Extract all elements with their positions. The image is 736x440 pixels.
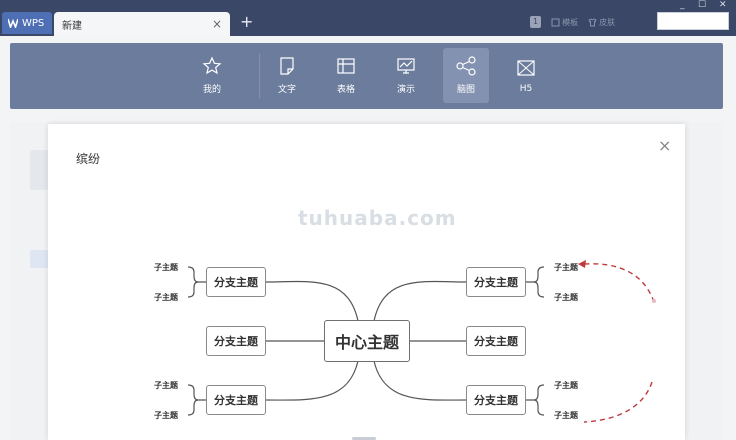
wps-home-tab[interactable]: WPS <box>2 12 52 34</box>
branch-node-top-right[interactable]: 分支主题 <box>466 267 526 297</box>
branch-node-mid-right[interactable]: 分支主题 <box>466 326 526 356</box>
menu-item-spreadsheet[interactable]: 表格 <box>323 48 369 103</box>
notification-badge[interactable]: 1 <box>530 16 542 28</box>
menu-item-label: 表格 <box>336 85 355 95</box>
subtopic-label[interactable]: 子主题 <box>554 410 578 421</box>
templates-button[interactable]: 模板 <box>551 17 578 28</box>
minimize-button[interactable]: _ <box>680 0 685 10</box>
annotation-dot <box>652 299 656 303</box>
subtopic-label[interactable]: 子主题 <box>154 262 178 273</box>
subtopic-label[interactable]: 子主题 <box>154 410 178 421</box>
h5-icon <box>517 59 535 76</box>
branch-node-mid-left[interactable]: 分支主题 <box>206 326 266 356</box>
star-icon <box>202 56 222 75</box>
branch-node-top-left[interactable]: 分支主题 <box>206 267 266 297</box>
menu-item-label: 演示 <box>396 85 415 95</box>
title-bar: WPS 新建 × + 1 模板 皮肤 _ ☐ ✕ <box>0 0 736 36</box>
menu-item-mindmap[interactable]: 脑图 <box>443 48 489 103</box>
document-tab-new[interactable]: 新建 × <box>54 12 230 36</box>
wps-logo-icon <box>8 18 18 28</box>
close-tab-icon[interactable]: × <box>212 17 222 31</box>
menu-item-label: 文字 <box>277 85 296 95</box>
template-icon <box>551 18 560 26</box>
table-icon <box>337 58 355 74</box>
menu-item-label: 脑图 <box>456 85 475 95</box>
template-preview-dialog: 缤纷 × tuhuaba.com 中心主题 分支主题 分支主题 分支主题 分支主… <box>48 124 685 440</box>
branch-node-bottom-right[interactable]: 分支主题 <box>466 385 526 415</box>
menu-item-writer[interactable]: 文字 <box>264 48 310 103</box>
center-topic-node[interactable]: 中心主题 <box>324 320 410 362</box>
annotation-arrowhead <box>578 260 586 268</box>
menu-item-label: 我的 <box>202 85 221 95</box>
search-input[interactable] <box>657 12 729 30</box>
subtopic-label[interactable]: 子主题 <box>154 380 178 391</box>
shirt-icon <box>588 17 597 26</box>
maximize-button[interactable]: ☐ <box>698 0 706 10</box>
menu-item-presentation[interactable]: 演示 <box>383 48 429 103</box>
document-icon <box>280 57 294 75</box>
subtopic-label[interactable]: 子主题 <box>554 292 578 303</box>
menu-item-label: H5 <box>519 83 533 94</box>
subtopic-label[interactable]: 子主题 <box>554 262 578 273</box>
templates-label: 模板 <box>562 17 579 27</box>
subtopic-label[interactable]: 子主题 <box>154 292 178 303</box>
menu-item-h5[interactable]: H5 <box>503 48 549 103</box>
new-tab-button[interactable]: + <box>240 12 253 32</box>
titlebar-tools: 1 模板 皮肤 <box>530 14 615 30</box>
skin-button[interactable]: 皮肤 <box>588 17 615 28</box>
branch-node-bottom-left[interactable]: 分支主题 <box>206 385 266 415</box>
document-tab-label: 新建 <box>62 20 82 32</box>
background-placeholder <box>30 150 48 190</box>
menu-divider <box>259 53 260 99</box>
wps-tab-label: WPS <box>22 17 45 29</box>
menu-item-mine[interactable]: 我的 <box>189 48 235 103</box>
background-placeholder <box>30 250 48 268</box>
category-menu: 我的 文字 表格 演示 脑图 H5 <box>10 43 723 109</box>
skin-label: 皮肤 <box>599 17 616 27</box>
close-window-button[interactable]: ✕ <box>719 0 727 10</box>
mindmap-icon <box>456 56 476 76</box>
subtopic-label[interactable]: 子主题 <box>554 380 578 391</box>
presentation-icon <box>397 58 415 74</box>
mindmap-connectors <box>187 260 656 423</box>
